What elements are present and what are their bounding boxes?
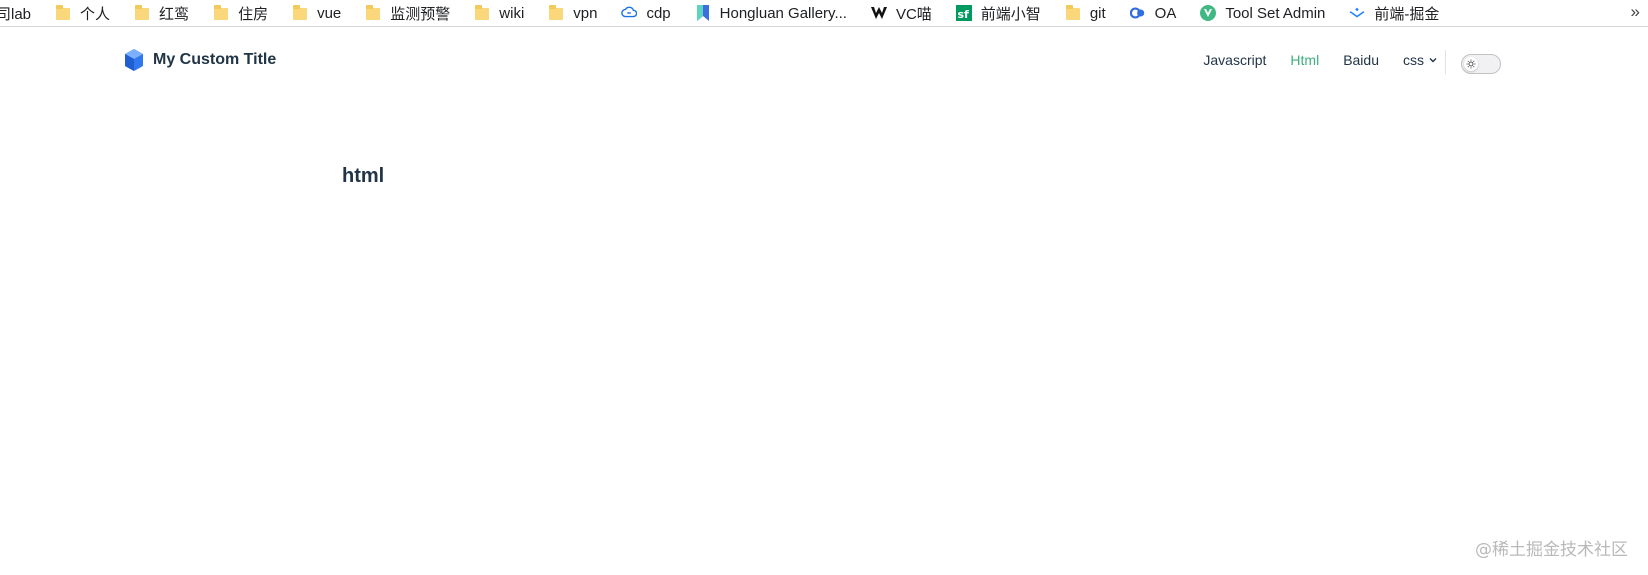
nav-link-baidu[interactable]: Baidu [1343, 52, 1379, 68]
bookmark-item[interactable]: 住房 [213, 0, 280, 26]
nav-link-javascript[interactable]: Javascript [1203, 52, 1266, 68]
bookmark-label: cdp [646, 4, 671, 22]
bookmark-label: Tool Set Admin [1225, 4, 1326, 22]
bookmark-label: Hongluan Gallery... [719, 4, 847, 22]
nav-link-html[interactable]: Html [1290, 52, 1319, 68]
nav-dropdown-css[interactable]: css [1403, 52, 1438, 68]
bookmark-item[interactable]: Hongluan Gallery... [695, 0, 859, 26]
folder-icon [1065, 5, 1081, 21]
site-title: My Custom Title [153, 51, 277, 68]
page-title: html [342, 165, 385, 187]
bookmarks-overflow-button[interactable]: » [1631, 0, 1640, 26]
bookmark-item[interactable]: vpn [548, 0, 609, 26]
folder-icon [548, 5, 564, 21]
theme-toggle[interactable] [1461, 54, 1501, 74]
folder-icon [292, 5, 308, 21]
nav-divider [1445, 50, 1446, 74]
bookmark-label: OA [1154, 4, 1177, 22]
bookmark-label: git [1089, 4, 1106, 22]
bookmark-item[interactable]: Tool Set Admin [1200, 0, 1337, 26]
bookmark-item[interactable]: 红鸾 [134, 0, 201, 26]
bookmark-label: 住房 [238, 5, 269, 23]
vc-logo-icon [870, 5, 887, 21]
svg-text:sf: sf [957, 8, 969, 21]
bookmark-item[interactable]: 监测预警 [365, 0, 462, 26]
bookmark-label: 司lab [0, 5, 32, 23]
bookmark-label: 红鸾 [159, 5, 190, 23]
bookmark-item[interactable]: git [1065, 0, 1118, 26]
bookmark-item[interactable]: OA [1129, 0, 1189, 26]
bookmark-item[interactable]: 个人 [55, 0, 122, 26]
navbar: My Custom Title Javascript Html Baidu cs… [0, 28, 1648, 92]
bookmarks-bar: 司lab 个人 红鸾 住房 vue 监测预警 wiki vpn cdp Hong… [0, 0, 1648, 27]
bookmark-label: wiki [499, 4, 525, 22]
bookmark-item[interactable]: vue [292, 0, 353, 26]
chevron-down-icon [1429, 58, 1437, 63]
cloud-link-icon [621, 5, 638, 21]
bookmark-label: 前端小智 [980, 5, 1041, 23]
bookmark-item[interactable]: cdp [621, 0, 682, 26]
bookmark-label: VC喵 [895, 5, 932, 23]
sf-logo-icon: sf [955, 5, 972, 21]
site-logo-icon [124, 48, 144, 72]
bookmark-label: 监测预警 [390, 5, 451, 23]
bookmark-item[interactable]: VC喵 [870, 0, 944, 26]
juejin-logo-icon [1349, 5, 1365, 21]
bookmark-label: vpn [573, 4, 598, 22]
bookmark-ribbon-icon [695, 5, 711, 21]
site-brand[interactable]: My Custom Title [124, 48, 276, 72]
sun-icon [1464, 57, 1478, 71]
folder-icon [213, 5, 229, 21]
nav-menu: Javascript Html Baidu css [1179, 48, 1438, 72]
vue-logo-icon [1200, 5, 1217, 21]
bookmark-label: 前端-掘金 [1374, 5, 1440, 23]
bookmark-label: 个人 [80, 5, 111, 23]
bookmark-label: vue [317, 4, 342, 22]
bookmark-item[interactable]: wiki [474, 0, 536, 26]
nav-dropdown-label: css [1403, 52, 1424, 68]
watermark: @稀土掘金技术社区 [1475, 540, 1628, 560]
folder-icon [474, 5, 490, 21]
folder-icon [365, 5, 381, 21]
bookmark-item[interactable]: 司lab [0, 0, 43, 26]
bookmark-item[interactable]: 前端-掘金 [1349, 0, 1451, 26]
oa-logo-icon [1129, 5, 1146, 21]
bookmark-item[interactable]: sf 前端小智 [955, 0, 1053, 26]
folder-icon [55, 5, 71, 21]
folder-icon [134, 5, 150, 21]
